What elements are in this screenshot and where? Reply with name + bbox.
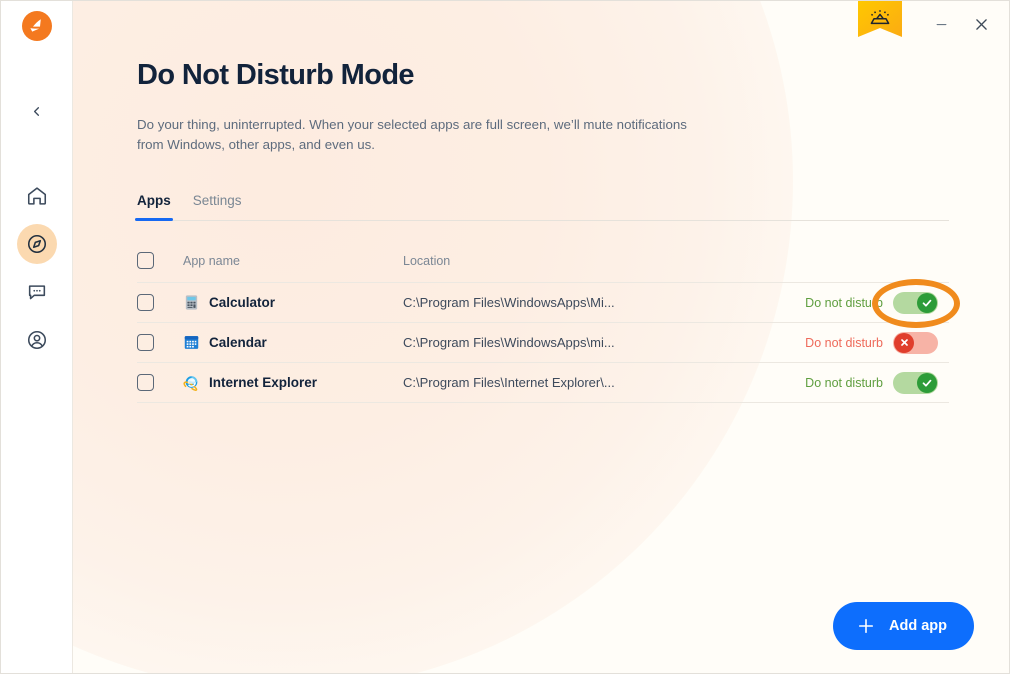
status-label: Do not disturb bbox=[805, 295, 883, 310]
check-icon bbox=[922, 299, 932, 307]
do-not-disturb-toggle[interactable] bbox=[872, 278, 960, 328]
close-icon bbox=[900, 339, 908, 346]
internet-explorer-icon bbox=[183, 376, 198, 391]
gold-bars-badge-icon[interactable] bbox=[858, 1, 902, 45]
status-label: Do not disturb bbox=[805, 375, 883, 390]
row-checkbox[interactable] bbox=[137, 294, 154, 311]
check-icon bbox=[922, 379, 932, 387]
app-name-label: Calendar bbox=[209, 335, 267, 350]
tab-divider bbox=[137, 220, 949, 221]
table-row[interactable]: Internet Explorer C:\Program Files\Inter… bbox=[137, 363, 949, 403]
sidebar-nav bbox=[16, 176, 57, 368]
sidebar-item-account[interactable] bbox=[17, 320, 57, 360]
page-title: Do Not Disturb Mode bbox=[137, 59, 415, 91]
chevron-left-icon bbox=[33, 106, 40, 116]
row-checkbox[interactable] bbox=[137, 374, 154, 391]
select-all-checkbox[interactable] bbox=[137, 252, 154, 269]
tab-bar: Apps Settings bbox=[135, 193, 1009, 221]
add-app-label: Add app bbox=[889, 618, 947, 634]
minimize-button[interactable] bbox=[923, 9, 959, 39]
toggle-knob bbox=[917, 292, 937, 313]
column-header-location: Location bbox=[403, 253, 451, 268]
app-location-label: C:\Program Files\WindowsApps\mi... bbox=[403, 335, 615, 350]
calculator-icon bbox=[185, 295, 198, 310]
window-controls bbox=[923, 9, 999, 39]
row-checkbox[interactable] bbox=[137, 334, 154, 351]
plus-icon bbox=[858, 618, 874, 634]
sidebar-item-home[interactable] bbox=[17, 176, 57, 216]
toggle-knob bbox=[917, 372, 937, 393]
tab-settings[interactable]: Settings bbox=[193, 193, 242, 220]
main-content: Do Not Disturb Mode Do your thing, unint… bbox=[73, 1, 1009, 673]
do-not-disturb-toggle[interactable] bbox=[893, 371, 938, 394]
app-location-label: C:\Program Files\Internet Explorer\... bbox=[403, 375, 615, 390]
column-header-app-name: App name bbox=[183, 253, 240, 268]
app-name-label: Internet Explorer bbox=[209, 375, 318, 390]
collapse-sidebar-button[interactable] bbox=[20, 94, 54, 128]
calendar-icon bbox=[184, 336, 199, 349]
sidebar-item-explore[interactable] bbox=[16, 224, 57, 264]
status-label: Do not disturb bbox=[805, 335, 883, 350]
app-location-label: C:\Program Files\WindowsApps\Mi... bbox=[403, 295, 615, 310]
close-button[interactable] bbox=[963, 9, 999, 39]
minimize-icon bbox=[936, 23, 946, 25]
tab-apps[interactable]: Apps bbox=[135, 193, 173, 221]
chat-bubble-icon bbox=[28, 285, 45, 300]
apps-table: App name Location Calculator C:\Program … bbox=[137, 239, 960, 403]
add-app-button[interactable]: Add app bbox=[833, 602, 974, 650]
table-header-row: App name Location bbox=[137, 239, 949, 283]
compass-icon bbox=[27, 234, 46, 254]
application-window: Do Not Disturb Mode Do your thing, unint… bbox=[0, 0, 1010, 674]
close-icon bbox=[975, 18, 987, 30]
app-name-label: Calculator bbox=[209, 295, 276, 310]
sidebar-item-messages[interactable] bbox=[17, 272, 57, 312]
table-row[interactable]: Calculator C:\Program Files\WindowsApps\… bbox=[137, 278, 960, 328]
account-circle-icon bbox=[27, 330, 46, 350]
toggle-knob bbox=[894, 332, 914, 353]
avast-logo-icon[interactable] bbox=[21, 11, 52, 41]
home-icon bbox=[27, 187, 46, 205]
sidebar bbox=[1, 1, 73, 673]
page-description: Do your thing, uninterrupted. When your … bbox=[137, 117, 687, 152]
table-row[interactable]: Calendar C:\Program Files\WindowsApps\mi… bbox=[137, 323, 949, 363]
do-not-disturb-toggle[interactable] bbox=[893, 331, 938, 354]
